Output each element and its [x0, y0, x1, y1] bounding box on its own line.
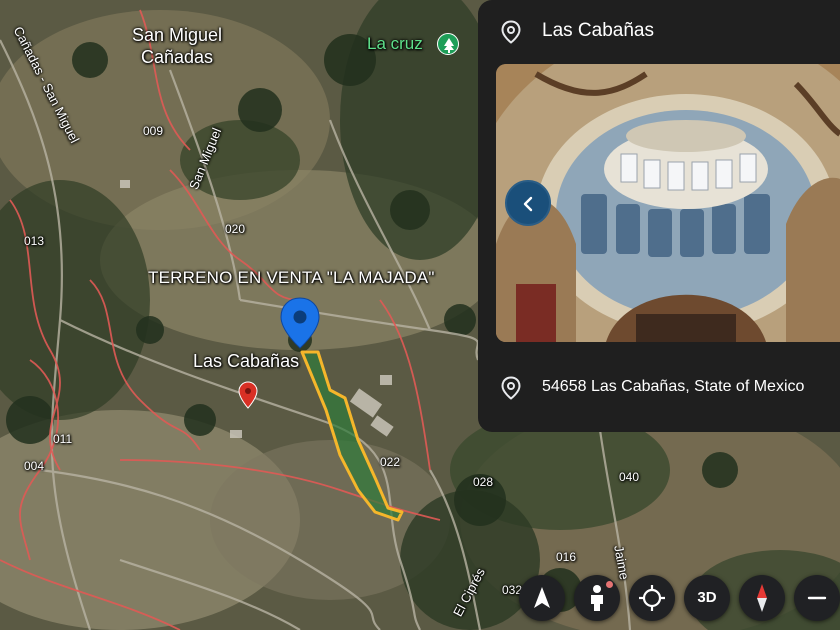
- zoom-out-button[interactable]: [794, 575, 840, 621]
- place-info-panel: Las Cabañas 54658 Las Cabañas, State of …: [478, 0, 840, 432]
- my-location-icon: [639, 585, 665, 611]
- parcel-label: 022: [380, 455, 401, 469]
- my-location-button[interactable]: [629, 575, 675, 621]
- compass-icon: [757, 584, 767, 612]
- tree-icon: [437, 33, 459, 55]
- minus-icon: [807, 596, 827, 600]
- location-pin-icon: [500, 20, 522, 44]
- town-label-las-cabanas[interactable]: Las Cabañas: [193, 351, 299, 372]
- parcel-label: 020: [225, 222, 246, 236]
- navigate-button[interactable]: [519, 575, 565, 621]
- chevron-left-icon: [523, 196, 533, 212]
- 3d-label: 3D: [697, 589, 717, 606]
- parcel-label: 028: [473, 475, 494, 489]
- property-label[interactable]: TERRENO EN VENTA "LA MAJADA": [148, 268, 435, 288]
- selected-location-pin-icon[interactable]: [280, 297, 320, 349]
- place-pin-icon[interactable]: [238, 381, 258, 409]
- parcel-label: 011: [53, 432, 73, 446]
- photo-back-button[interactable]: [505, 180, 551, 226]
- compass-button[interactable]: [739, 575, 785, 621]
- panel-title: Las Cabañas: [542, 20, 654, 41]
- parcel-label: 016: [556, 550, 577, 564]
- pegman-icon: [591, 585, 603, 611]
- street-view-button[interactable]: [574, 575, 620, 621]
- address-row[interactable]: 54658 Las Cabañas, State of Mexico: [478, 358, 840, 418]
- panel-header: Las Cabañas: [478, 0, 840, 64]
- poi-label-la-cruz: La cruz: [367, 34, 423, 53]
- parcel-label: 004: [24, 459, 45, 473]
- parcel-label: 040: [619, 470, 640, 484]
- pegman-status-dot: [606, 581, 613, 588]
- navigation-arrow-icon: [534, 587, 550, 608]
- town-label-san-miguel-canadas[interactable]: San Miguel Cañadas: [122, 24, 232, 68]
- address-text: 54658 Las Cabañas, State of Mexico: [542, 378, 805, 395]
- parcel-label: 009: [143, 124, 164, 138]
- poi-la-cruz[interactable]: La cruz: [367, 33, 459, 55]
- location-pin-icon: [500, 376, 522, 400]
- parcel-label: 013: [24, 234, 45, 248]
- 3d-toggle-button[interactable]: 3D: [684, 575, 730, 621]
